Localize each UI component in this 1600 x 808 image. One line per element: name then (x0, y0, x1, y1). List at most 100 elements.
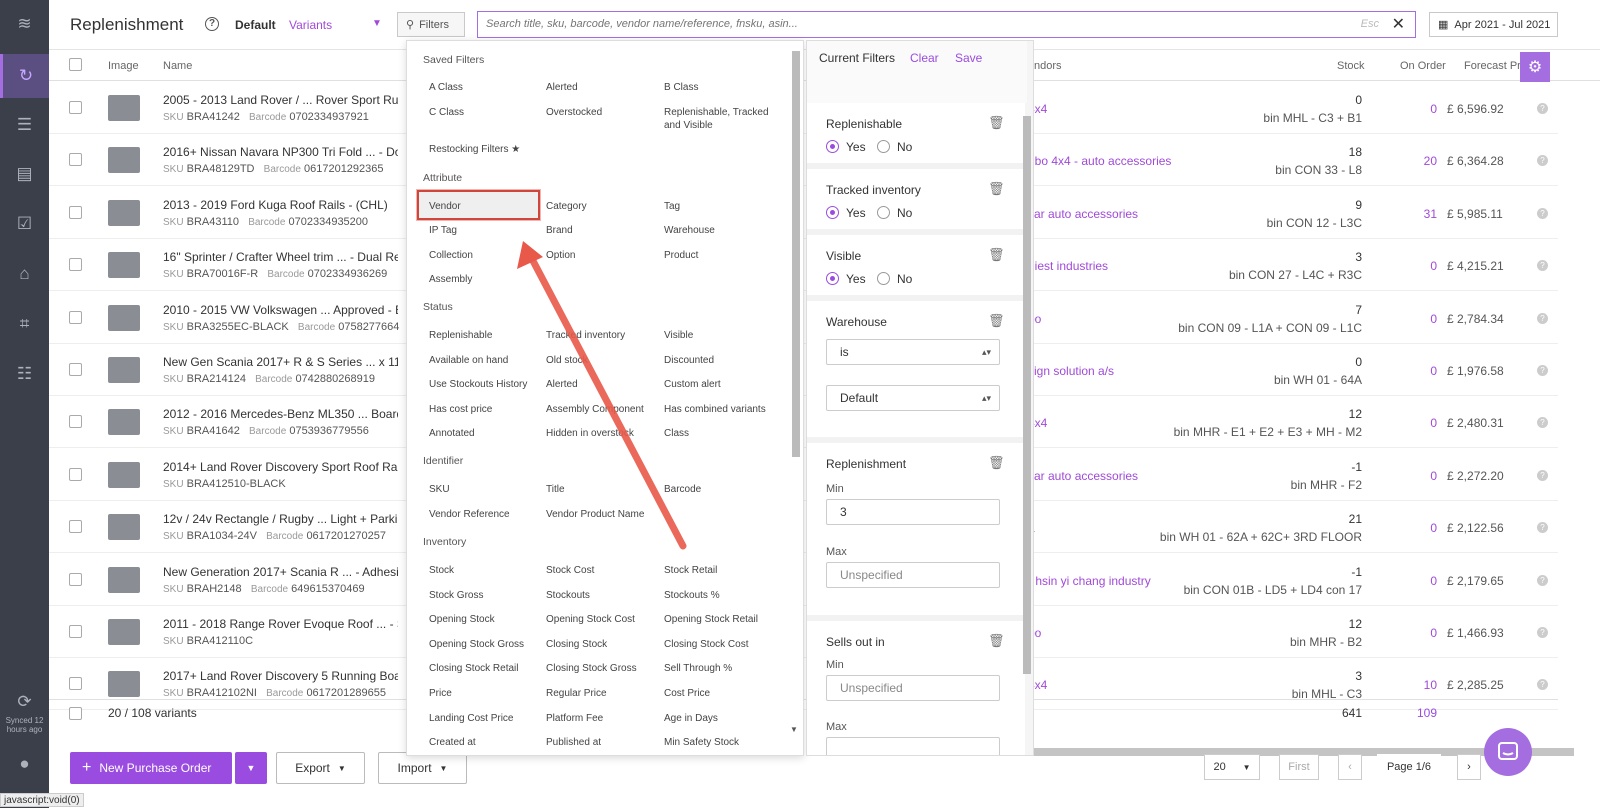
product-name[interactable]: 2016+ Nissan Navara NP300 Tri Fold ... -… (163, 145, 398, 159)
help-icon[interactable]: ? (1537, 522, 1548, 534)
on-order-link[interactable]: 0 (1417, 521, 1437, 535)
help-icon[interactable]: ? (1537, 679, 1548, 691)
product-name[interactable]: 2012 - 2016 Mercedes-Benz ML350 ... Boar… (163, 407, 398, 421)
on-order-link[interactable]: 0 (1417, 259, 1437, 273)
col-name[interactable]: Name (163, 60, 192, 72)
page-size-select[interactable]: 20 ▼ (1204, 754, 1260, 780)
panel-scrollbar[interactable] (1023, 116, 1031, 674)
purchase-orders-nav-icon[interactable]: ☰ (0, 103, 49, 147)
help-icon[interactable]: ? (205, 17, 219, 31)
vendor-link[interactable]: - hsin yi chang industry (1028, 574, 1151, 588)
logo-icon[interactable]: ≋ (0, 2, 49, 46)
no-radio[interactable] (877, 272, 890, 285)
product-name[interactable]: 12v / 24v Rectangle / Rugby ... Light + … (163, 512, 398, 526)
calculator-nav-icon[interactable]: ⌗ (0, 302, 49, 346)
product-name[interactable]: 2017+ Land Rover Discovery 5 Running Boa… (163, 669, 398, 683)
yes-radio[interactable] (826, 206, 839, 219)
vendor-link[interactable]: car auto accessories (1028, 207, 1138, 221)
view-selector[interactable]: Default (235, 18, 276, 32)
product-name[interactable]: 2010 - 2015 VW Volkswagen ... Approved -… (163, 303, 398, 317)
replenishment-nav-icon[interactable]: ↻ (0, 54, 49, 98)
vendor-link[interactable]: gbo 4x4 - auto accessories (1028, 154, 1171, 168)
yes-radio[interactable] (826, 272, 839, 285)
save-filters-button[interactable]: Save (955, 51, 982, 65)
product-name[interactable]: 2014+ Land Rover Discovery Sport Roof Ra… (163, 460, 398, 474)
mode-selector[interactable]: Variants (289, 18, 332, 32)
sync-icon[interactable]: ⟳ (0, 690, 49, 714)
help-icon[interactable]: ? (1537, 155, 1548, 167)
search-input[interactable] (478, 12, 1338, 35)
col-vendors[interactable]: ndors (1034, 60, 1062, 72)
col-image[interactable]: Image (108, 60, 139, 72)
product-name[interactable]: 16" Sprinter / Crafter Wheel trim ... - … (163, 250, 398, 264)
product-name[interactable]: 2013 - 2019 Ford Kuga Roof Rails - (CHL) (163, 198, 398, 212)
warehouse-nav-icon[interactable]: ⌂ (0, 252, 49, 296)
import-button[interactable]: Import ▼ (378, 752, 467, 784)
new-purchase-order-button[interactable]: + New Purchase Order (70, 752, 232, 784)
date-range-button[interactable]: ▦ Apr 2021 - Jul 2021 (1429, 12, 1558, 37)
select-all-checkbox[interactable] (69, 58, 82, 71)
caret-down-icon[interactable]: ▼ (372, 18, 382, 29)
close-icon[interactable]: ✕ (1392, 14, 1405, 34)
on-order-link[interactable]: 0 (1417, 312, 1437, 326)
trash-icon[interactable]: 🗑︎ (988, 313, 1005, 329)
product-name[interactable]: New Gen Scania 2017+ R & S Series ... x … (163, 355, 398, 369)
trash-icon[interactable]: 🗑︎ (988, 115, 1005, 131)
row-checkbox[interactable] (69, 363, 82, 376)
gear-icon[interactable]: ⚙ (1520, 52, 1550, 82)
row-checkbox[interactable] (69, 310, 82, 324)
help-icon[interactable]: ? (1537, 207, 1548, 219)
row-checkbox[interactable] (69, 467, 82, 481)
help-icon[interactable]: ? (1537, 417, 1548, 429)
on-order-link[interactable]: 0 (1417, 416, 1437, 430)
filters-button[interactable]: ⚲ Filters (397, 12, 465, 37)
on-order-link[interactable]: 10 (1417, 678, 1437, 692)
replenishment-max-input[interactable]: Unspecified (826, 562, 1000, 588)
on-order-link[interactable]: 31 (1417, 207, 1437, 221)
on-order-link[interactable]: 0 (1417, 469, 1437, 483)
product-name[interactable]: 2005 - 2013 Land Rover / ... Rover Sport… (163, 93, 398, 107)
first-page-button[interactable]: First (1279, 754, 1319, 780)
row-checkbox[interactable] (69, 572, 82, 586)
help-icon[interactable]: ? (1537, 627, 1548, 638)
no-radio[interactable] (877, 140, 890, 153)
yes-radio[interactable] (826, 140, 839, 153)
export-button[interactable]: Export ▼ (276, 752, 365, 784)
on-order-link[interactable]: 0 (1417, 364, 1437, 378)
product-name[interactable]: New Generation 2017+ Scania R ... - Adhe… (163, 565, 398, 579)
chat-button[interactable] (1484, 728, 1532, 776)
help-icon[interactable]: ? (1537, 312, 1548, 324)
trash-icon[interactable]: 🗑︎ (988, 247, 1005, 263)
reports-nav-icon[interactable]: ☷ (0, 352, 49, 396)
vendor-link[interactable]: niest industries (1028, 259, 1108, 273)
row-checkbox[interactable] (69, 101, 82, 114)
col-on-order[interactable]: On Order (1400, 60, 1446, 72)
vendor-link[interactable]: car auto accessories (1028, 469, 1138, 483)
help-icon[interactable]: ? (1537, 365, 1548, 376)
row-checkbox[interactable] (69, 205, 82, 219)
help-icon[interactable]: ? (1537, 574, 1548, 586)
select-page-checkbox[interactable] (69, 707, 82, 720)
row-checkbox[interactable] (69, 625, 82, 638)
next-page-button[interactable]: › (1457, 754, 1481, 780)
user-avatar-icon[interactable]: ● (0, 742, 49, 786)
row-checkbox[interactable] (69, 153, 82, 167)
vendors-nav-icon[interactable]: ▤ (0, 152, 49, 196)
on-order-link[interactable]: 20 (1417, 154, 1437, 168)
warehouse-operator-select[interactable]: is ▴▾ (826, 339, 1000, 365)
sells-out-min-input[interactable]: Unspecified (826, 675, 1000, 701)
row-checkbox[interactable] (69, 258, 82, 272)
col-stock[interactable]: Stock (1337, 60, 1365, 72)
row-checkbox[interactable] (69, 415, 82, 429)
replenishment-min-input[interactable]: 3 (826, 499, 1000, 525)
tasks-nav-icon[interactable]: ☑ (0, 202, 49, 246)
product-name[interactable]: 2011 - 2018 Range Rover Evoque Roof ... … (163, 617, 398, 631)
on-order-link[interactable]: 0 (1417, 626, 1437, 640)
clear-filters-button[interactable]: Clear (910, 51, 939, 65)
warehouse-value-select[interactable]: Default ▴▾ (826, 385, 1000, 411)
new-po-dropdown-button[interactable]: ▼ (235, 752, 267, 784)
help-icon[interactable]: ? (1537, 469, 1548, 481)
sells-out-max-input[interactable] (826, 737, 1000, 755)
trash-icon[interactable]: 🗑︎ (988, 633, 1005, 649)
trash-icon[interactable]: 🗑︎ (988, 455, 1005, 471)
